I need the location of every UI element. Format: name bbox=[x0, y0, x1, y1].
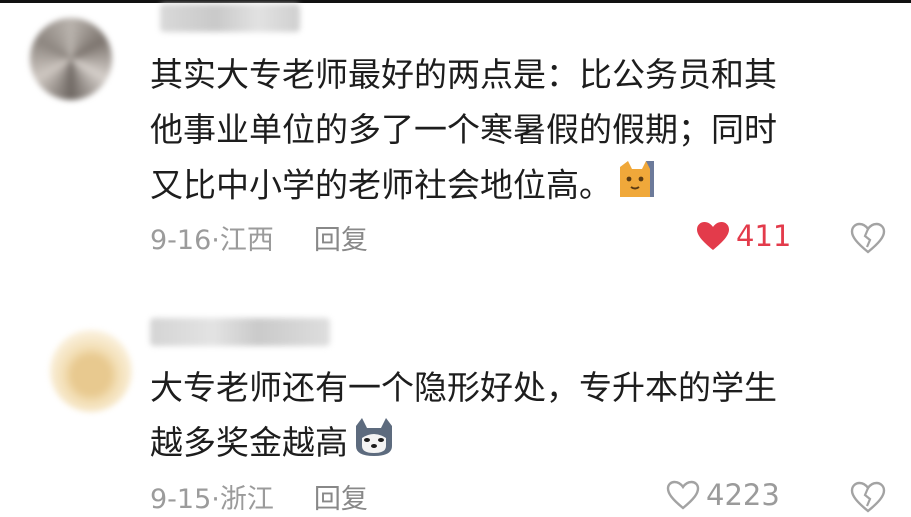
comment-text: 其实大专老师最好的两点是：比公务员和其 他事业单位的多了一个寒暑假的假期；同时 … bbox=[150, 47, 870, 217]
avatar[interactable] bbox=[50, 330, 132, 412]
dislike-button[interactable] bbox=[850, 481, 886, 517]
username-blurred[interactable] bbox=[160, 4, 300, 32]
comment-meta: 9-16·江西 回复 bbox=[150, 218, 368, 257]
comment-line: 他事业单位的多了一个寒暑假的假期；同时 bbox=[150, 110, 777, 149]
like-count: 4223 bbox=[706, 478, 780, 512]
like-button[interactable]: 411 bbox=[696, 219, 791, 253]
husky-face-emoji bbox=[352, 416, 396, 474]
comment-meta: 9-15·浙江 回复 bbox=[150, 477, 368, 516]
top-divider bbox=[0, 0, 911, 3]
like-count: 411 bbox=[736, 219, 792, 253]
reply-button[interactable]: 回复 bbox=[314, 484, 368, 515]
broken-heart-icon bbox=[850, 222, 886, 254]
reply-button[interactable]: 回复 bbox=[314, 225, 368, 256]
comment-line: 越多奖金越高 bbox=[150, 415, 870, 474]
like-button[interactable]: 4223 bbox=[666, 478, 780, 512]
comment-text: 大专老师还有一个隐形好处，专升本的学生 越多奖金越高 bbox=[150, 360, 870, 474]
heart-outline-icon bbox=[666, 480, 700, 510]
cat-face-emoji bbox=[616, 157, 660, 217]
avatar[interactable] bbox=[30, 18, 112, 100]
broken-heart-icon bbox=[850, 481, 886, 513]
comment-date-location: 9-16·江西 bbox=[150, 225, 274, 256]
comment-line: 其实大专老师最好的两点是：比公务员和其 bbox=[150, 55, 777, 94]
dislike-button[interactable] bbox=[850, 222, 886, 258]
comment-line: 大专老师还有一个隐形好处，专升本的学生 bbox=[150, 368, 777, 407]
username-blurred[interactable] bbox=[150, 318, 330, 346]
heart-filled-icon bbox=[697, 222, 729, 250]
comment-line: 又比中小学的老师社会地位高。 bbox=[150, 157, 870, 217]
comment-date-location: 9-15·浙江 bbox=[150, 484, 274, 515]
